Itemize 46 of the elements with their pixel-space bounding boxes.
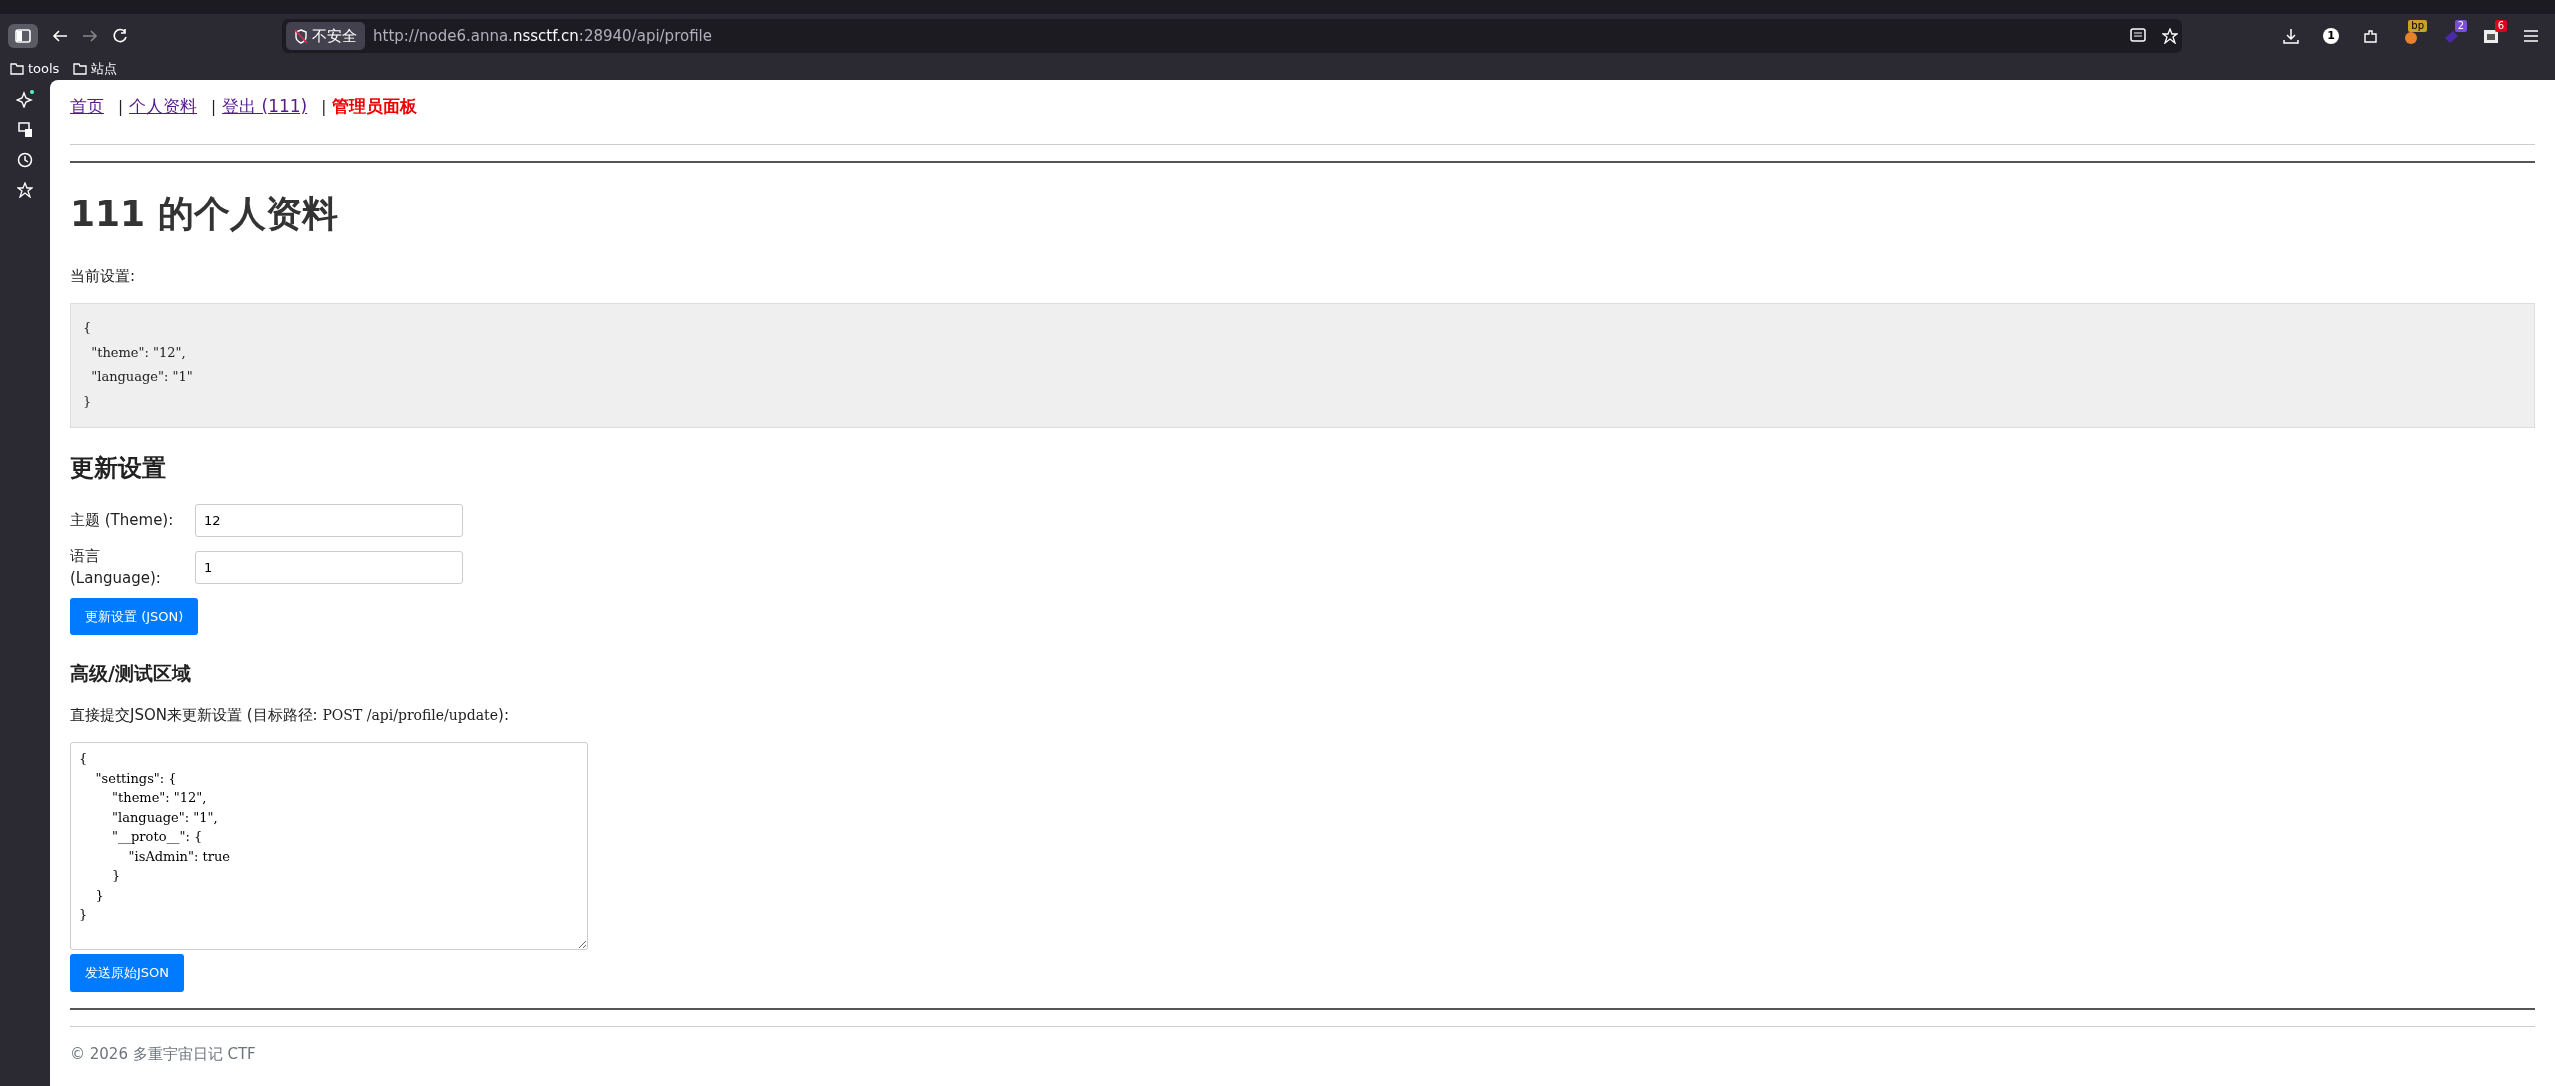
update-button[interactable]: 更新设置 (JSON) <box>70 597 199 636</box>
extension-badge: 2 <box>2454 20 2467 32</box>
security-badge[interactable]: 不安全 <box>286 21 365 51</box>
settings-code-block: { "theme": "12", "language": "1" } <box>70 303 2535 428</box>
reload-icon[interactable] <box>112 28 128 44</box>
bookmark-folder[interactable]: 站点 <box>73 59 118 79</box>
text-input[interactable]: 12 <box>195 503 463 537</box>
nav-link-text[interactable]: 登出 (111) <box>222 96 308 116</box>
bookmark-folder[interactable]: tools <box>10 59 60 79</box>
folder-icon <box>10 63 24 75</box>
extension-badge: 6 <box>2494 20 2507 32</box>
page-title: 111 的个人资料 <box>70 191 339 236</box>
star-icon[interactable] <box>17 182 33 198</box>
nav-link-text[interactable]: 管理员面板 <box>332 96 418 116</box>
menu-icon[interactable] <box>2523 29 2539 43</box>
history-icon[interactable] <box>17 152 33 168</box>
instructions-text: 直接提交JSON来更新设置 (目标路径: POST /api/profile/update): <box>70 704 510 726</box>
current-settings-label: 当前设置: <box>70 265 137 287</box>
json-textarea[interactable]: { "settings": { "theme": "12", "language": "1", "__proto__": { "isAdmin": true } } } <box>70 742 588 951</box>
url-text[interactable]: http://node6.anna.nssctf.cn:28940/api/profile <box>373 24 712 48</box>
star-icon[interactable] <box>2162 28 2178 44</box>
puzzle-icon[interactable] <box>2363 28 2379 44</box>
sparkle-icon[interactable] <box>16 90 34 108</box>
nav-link-text[interactable]: 首页 <box>70 96 104 116</box>
image-icon[interactable] <box>2483 28 2499 44</box>
counter-badge[interactable]: 1 <box>2323 28 2339 44</box>
sidebar-toggle-icon[interactable] <box>8 24 38 48</box>
device-icon[interactable] <box>17 122 33 138</box>
nav-link-text[interactable]: 个人资料 <box>129 96 198 116</box>
folder-icon <box>73 63 88 75</box>
separator: | <box>211 98 217 116</box>
reader-view-icon[interactable] <box>2130 28 2146 42</box>
separator: | <box>321 98 327 116</box>
download-icon[interactable] <box>2283 28 2299 44</box>
separator: | <box>118 98 124 116</box>
extension-badge: bp <box>2408 20 2427 32</box>
field-label: 主题 (Theme): <box>70 510 175 531</box>
send-json-button[interactable]: 发送原始JSON <box>70 954 185 992</box>
address-bar[interactable]: 不安全 http://node6.anna.nssctf.cn:28940/api/profile <box>282 19 2182 53</box>
section-heading: 更新设置 <box>70 452 167 484</box>
back-icon[interactable] <box>52 29 68 43</box>
footer-text: © 2026 多重宇宙日记 CTF <box>70 1043 257 1065</box>
text-input[interactable]: 1 <box>195 550 463 584</box>
field-label: 语言 (Language): <box>70 545 162 590</box>
forward-icon[interactable] <box>82 29 98 43</box>
section-heading: 高级/测试区域 <box>70 661 192 687</box>
